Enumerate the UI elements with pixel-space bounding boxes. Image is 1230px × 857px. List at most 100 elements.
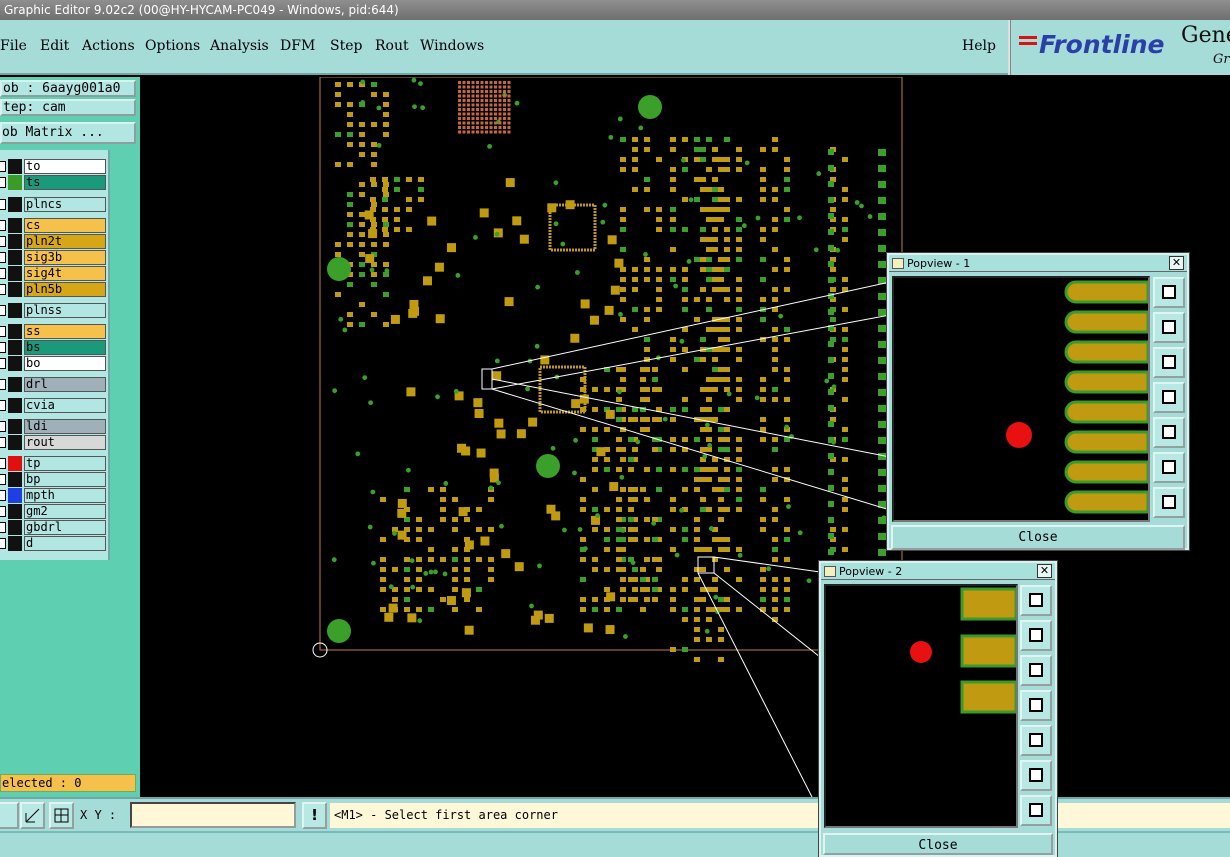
menu-help[interactable]: Help xyxy=(962,38,996,54)
popview-fit-button[interactable] xyxy=(1020,585,1052,616)
layer-color-swatch[interactable] xyxy=(8,266,22,281)
layer-checkbox[interactable] xyxy=(0,437,6,448)
menu-analysis[interactable]: Analysis xyxy=(210,38,269,54)
layer-checkbox[interactable] xyxy=(0,177,6,188)
layer-color-swatch[interactable] xyxy=(8,419,22,434)
close-icon[interactable]: ✕ xyxy=(1037,564,1052,578)
layer-color-swatch[interactable] xyxy=(8,218,22,233)
layer-color-swatch[interactable] xyxy=(8,488,22,503)
layer-checkbox[interactable] xyxy=(0,284,6,295)
layer-name[interactable]: cs xyxy=(24,218,106,233)
popview-zoom-out-button[interactable] xyxy=(1020,795,1052,826)
layer-name[interactable]: pln5b xyxy=(24,282,106,297)
popview-2-header[interactable]: Popview - 2 ✕ xyxy=(821,563,1055,580)
job-matrix-button[interactable]: ob Matrix ... xyxy=(0,122,136,144)
layer-color-swatch[interactable] xyxy=(8,340,22,355)
popview-pan-left-button[interactable] xyxy=(1153,382,1185,413)
layer-name[interactable]: bo xyxy=(24,356,106,371)
layer-checkbox[interactable] xyxy=(0,506,6,517)
layer-color-swatch[interactable] xyxy=(8,536,22,551)
layer-row-plnss[interactable]: plnss xyxy=(0,303,108,318)
menu-file[interactable]: File xyxy=(0,38,27,54)
layer-name[interactable]: rout xyxy=(24,435,106,450)
layer-row-rout[interactable]: rout xyxy=(0,435,108,450)
layer-checkbox[interactable] xyxy=(0,490,6,501)
layer-checkbox[interactable] xyxy=(0,199,6,210)
popview-pan-down-button[interactable] xyxy=(1153,347,1185,378)
layer-color-swatch[interactable] xyxy=(8,303,22,318)
layer-color-swatch[interactable] xyxy=(8,435,22,450)
layer-row-sig4t[interactable]: sig4t xyxy=(0,266,108,281)
layer-color-swatch[interactable] xyxy=(8,282,22,297)
layer-color-swatch[interactable] xyxy=(8,504,22,519)
measure-tool-button[interactable] xyxy=(20,802,45,829)
popview-pan-up-button[interactable] xyxy=(1153,312,1185,343)
popview-2-view[interactable] xyxy=(824,584,1018,828)
layer-color-swatch[interactable] xyxy=(8,456,22,471)
layer-checkbox[interactable] xyxy=(0,421,6,432)
layer-row-cvia[interactable]: cvia xyxy=(0,398,108,413)
layer-checkbox[interactable] xyxy=(0,474,6,485)
layer-checkbox[interactable] xyxy=(0,220,6,231)
layer-checkbox[interactable] xyxy=(0,161,6,172)
layer-checkbox[interactable] xyxy=(0,236,6,247)
layer-row-sig3b[interactable]: sig3b xyxy=(0,250,108,265)
popview-pan-right-button[interactable] xyxy=(1020,725,1052,756)
popview-pan-down-button[interactable] xyxy=(1020,655,1052,686)
layer-name[interactable]: bs xyxy=(24,340,106,355)
layer-name[interactable]: ss xyxy=(24,324,106,339)
layer-color-swatch[interactable] xyxy=(8,197,22,212)
layer-color-swatch[interactable] xyxy=(8,175,22,190)
popview-1-header[interactable]: Popview - 1 ✕ xyxy=(889,255,1187,272)
layer-row-pln5b[interactable]: pln5b xyxy=(0,282,108,297)
layer-row-ts[interactable]: ts xyxy=(0,175,108,190)
layer-name[interactable]: gm2 xyxy=(24,504,106,519)
layer-checkbox[interactable] xyxy=(0,305,6,316)
layer-color-swatch[interactable] xyxy=(8,472,22,487)
layer-checkbox[interactable] xyxy=(0,538,6,549)
popview-pan-up-button[interactable] xyxy=(1020,620,1052,651)
layer-name[interactable]: cvia xyxy=(24,398,106,413)
layer-name[interactable]: pln2t xyxy=(24,234,106,249)
layer-name[interactable]: sig3b xyxy=(24,250,106,265)
layer-color-swatch[interactable] xyxy=(8,250,22,265)
popview-zoom-in-button[interactable] xyxy=(1153,452,1185,483)
layer-color-swatch[interactable] xyxy=(8,520,22,535)
layer-checkbox[interactable] xyxy=(0,342,6,353)
layer-name[interactable]: mpth xyxy=(24,488,106,503)
layer-checkbox[interactable] xyxy=(0,268,6,279)
layer-checkbox[interactable] xyxy=(0,522,6,533)
layer-checkbox[interactable] xyxy=(0,400,6,411)
alert-icon[interactable]: ! xyxy=(302,802,327,829)
layer-name[interactable]: d xyxy=(24,536,106,551)
layer-name[interactable]: sig4t xyxy=(24,266,106,281)
close-icon[interactable]: ✕ xyxy=(1169,256,1184,270)
menu-actions[interactable]: Actions xyxy=(82,38,135,54)
layer-row-gm2[interactable]: gm2 xyxy=(0,504,108,519)
menu-dfm[interactable]: DFM xyxy=(280,38,315,54)
layer-row-bo[interactable]: bo xyxy=(0,356,108,371)
menu-windows[interactable]: Windows xyxy=(420,38,484,54)
layer-name[interactable]: ldi xyxy=(24,419,106,434)
popview-pan-right-button[interactable] xyxy=(1153,417,1185,448)
menu-rout[interactable]: Rout xyxy=(375,38,409,54)
layer-row-bp[interactable]: bp xyxy=(0,472,108,487)
layer-checkbox[interactable] xyxy=(0,326,6,337)
popview-1-close-button[interactable]: Close xyxy=(891,525,1185,550)
layer-name[interactable]: to xyxy=(24,159,106,174)
layer-checkbox[interactable] xyxy=(0,358,6,369)
popview-zoom-out-button[interactable] xyxy=(1153,487,1185,518)
layer-row-bs[interactable]: bs xyxy=(0,340,108,355)
popview-zoom-in-button[interactable] xyxy=(1020,760,1052,791)
layer-color-swatch[interactable] xyxy=(8,234,22,249)
layer-checkbox[interactable] xyxy=(0,379,6,390)
layer-checkbox[interactable] xyxy=(0,458,6,469)
layer-row-ldi[interactable]: ldi xyxy=(0,419,108,434)
layer-name[interactable]: gbdrl xyxy=(24,520,106,535)
menu-options[interactable]: Options xyxy=(145,38,200,54)
popview-pan-left-button[interactable] xyxy=(1020,690,1052,721)
layer-row-plncs[interactable]: plncs xyxy=(0,197,108,212)
layer-row-pln2t[interactable]: pln2t xyxy=(0,234,108,249)
layer-name[interactable]: tp xyxy=(24,456,106,471)
layer-row-to[interactable]: to xyxy=(0,159,108,174)
